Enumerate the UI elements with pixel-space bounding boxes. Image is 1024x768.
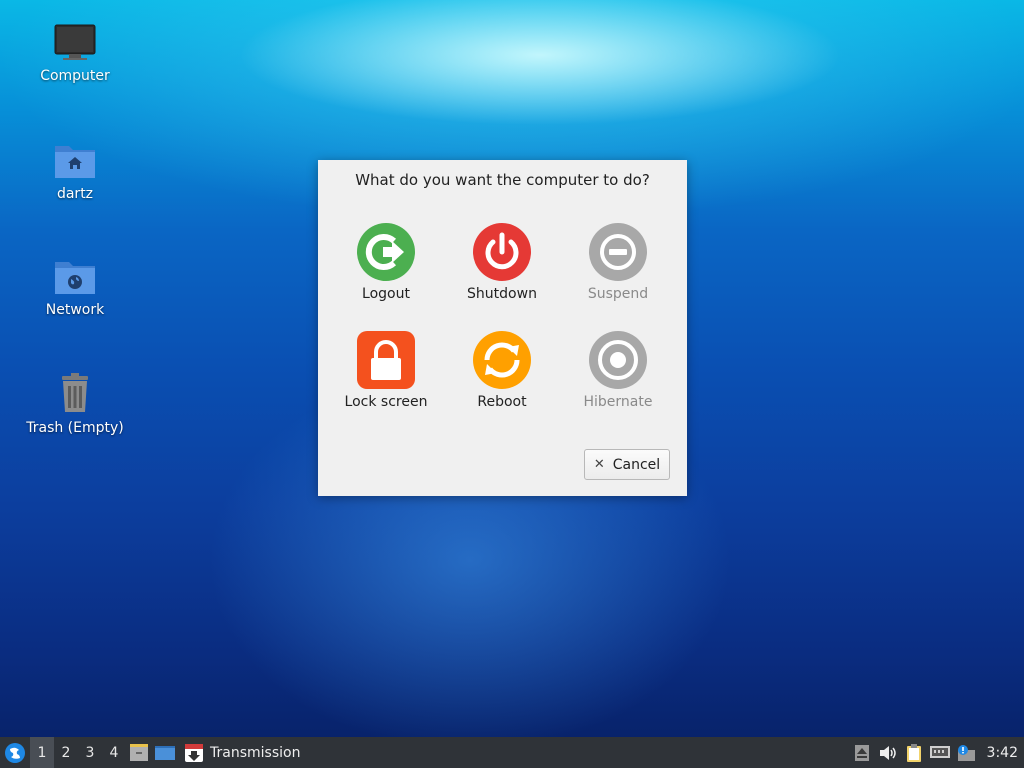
desktop-icon-label: dartz: [56, 186, 94, 202]
lock-screen-label: Lock screen: [344, 394, 428, 410]
taskbar-item-transmission[interactable]: Transmission: [178, 737, 306, 768]
transmission-icon: [185, 743, 203, 762]
power-icon: [473, 223, 531, 281]
desktop-icon-network[interactable]: Network: [20, 256, 130, 318]
reboot-button[interactable]: Reboot: [447, 330, 557, 410]
workspace-3-button[interactable]: 3: [78, 737, 102, 768]
desktop-icon-label: Trash (Empty): [26, 420, 124, 436]
volume-icon: [879, 745, 896, 760]
hibernate-label: Hibernate: [583, 394, 653, 410]
suspend-icon: [589, 223, 647, 281]
network-button[interactable]: [927, 737, 953, 768]
hibernate-button[interactable]: Hibernate: [563, 330, 673, 410]
clipboard-button[interactable]: [901, 737, 927, 768]
eject-button[interactable]: [849, 737, 875, 768]
start-menu-button[interactable]: [0, 737, 30, 768]
network-folder-icon: [55, 262, 95, 294]
desktop-icon: [155, 745, 175, 760]
notification-icon: [957, 744, 975, 761]
logout-label: Logout: [362, 286, 410, 302]
lock-screen-button[interactable]: Lock screen: [331, 330, 441, 410]
clock[interactable]: 3:42: [979, 745, 1024, 761]
workspace-1-button[interactable]: 1: [30, 737, 54, 768]
reboot-icon: [473, 331, 531, 389]
logout-button[interactable]: Logout: [331, 222, 441, 302]
lxqt-logo-icon: [5, 742, 25, 763]
eject-icon: [854, 744, 869, 761]
cancel-label: Cancel: [612, 456, 661, 473]
file-manager-icon: [130, 743, 148, 761]
suspend-label: Suspend: [587, 286, 649, 302]
reboot-label: Reboot: [477, 394, 527, 410]
notifications-button[interactable]: [953, 737, 979, 768]
system-tray: 3:42: [849, 737, 1024, 768]
volume-button[interactable]: [875, 737, 901, 768]
close-icon: ✕: [593, 457, 605, 472]
shutdown-button[interactable]: Shutdown: [447, 222, 557, 302]
suspend-button[interactable]: Suspend: [563, 222, 673, 302]
cancel-button[interactable]: ✕ Cancel: [584, 449, 670, 480]
desktop-icon-label: Computer: [40, 68, 110, 84]
desktop-icon-label: Network: [45, 302, 105, 318]
hibernate-icon: [589, 331, 647, 389]
desktop-icon-home[interactable]: dartz: [20, 140, 130, 202]
shutdown-label: Shutdown: [467, 286, 537, 302]
network-icon: [929, 745, 950, 758]
workspace-4-button[interactable]: 4: [102, 737, 126, 768]
trash-icon: [62, 373, 88, 412]
clipboard-icon: [906, 743, 921, 762]
logout-icon: [357, 223, 415, 281]
lock-icon: [357, 331, 415, 389]
logout-dialog: What do you want the computer to do? Log…: [318, 160, 687, 496]
taskbar: 1 2 3 4 Transmission 3:42: [0, 737, 1024, 768]
desktop-icon-computer[interactable]: Computer: [20, 22, 130, 84]
computer-icon: [54, 24, 96, 60]
desktop-icon-trash[interactable]: Trash (Empty): [20, 372, 130, 436]
home-folder-icon: [55, 146, 95, 178]
transmission-task-label: Transmission: [210, 744, 301, 761]
file-manager-launcher[interactable]: [126, 737, 152, 768]
workspace-2-button[interactable]: 2: [54, 737, 78, 768]
show-desktop-button[interactable]: [152, 737, 178, 768]
dialog-title: What do you want the computer to do?: [355, 171, 650, 189]
